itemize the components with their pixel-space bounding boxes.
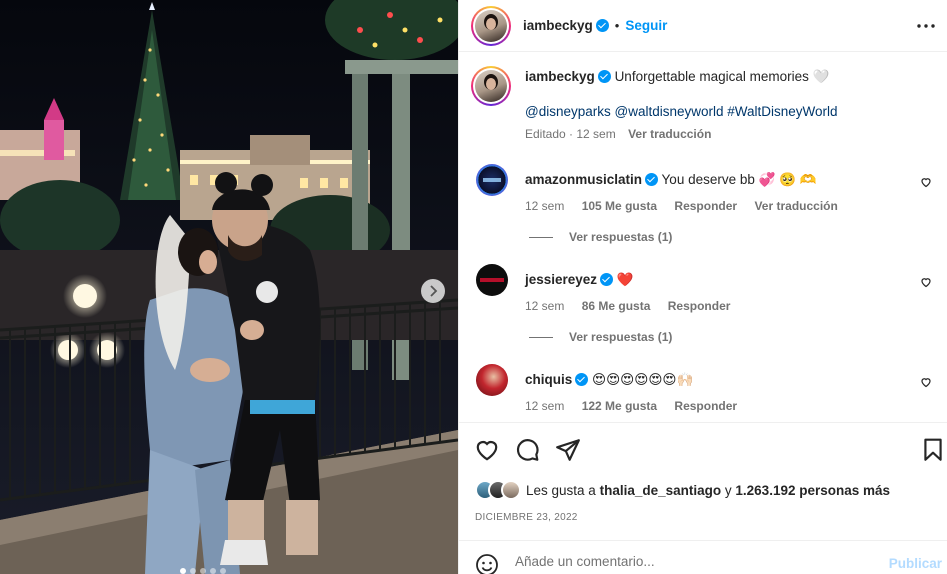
chevron-right-icon — [430, 285, 438, 297]
carousel-dot — [190, 568, 196, 574]
verified-badge-icon — [600, 273, 614, 286]
comment-reply-button[interactable]: Responder — [674, 399, 737, 413]
comment-likes[interactable]: 122 Me gusta — [582, 399, 657, 413]
carousel-dot — [210, 568, 216, 574]
comment-time: 12 sem — [525, 399, 565, 413]
verified-badge-icon — [645, 173, 659, 186]
caption-author-avatar[interactable] — [471, 66, 511, 106]
view-replies-button[interactable]: Ver respuestas (1) — [529, 330, 672, 344]
publish-button[interactable]: Publicar — [889, 556, 942, 571]
follow-button[interactable]: Seguir — [625, 18, 667, 33]
comment-likes[interactable]: 105 Me gusta — [582, 199, 657, 213]
liker-username[interactable]: thalia_de_santiago — [600, 483, 722, 498]
comment-text: ❤️ — [616, 272, 634, 287]
comment-heart-icon[interactable] — [920, 176, 932, 188]
comment-composer: Publicar — [459, 540, 947, 574]
amazon-music-logo-icon — [483, 178, 501, 182]
comment-heart-icon[interactable] — [920, 376, 932, 388]
carousel-dot — [220, 568, 226, 574]
comment-username[interactable]: amazonmusiclatin — [525, 172, 642, 187]
comment-item: amazonmusiclatin You deserve bb 💞 🥺 🫶 12… — [476, 164, 946, 213]
author-username[interactable]: iambeckyg — [523, 18, 593, 33]
comment-text: You deserve bb 💞 🥺 🫶 — [661, 172, 817, 187]
carousel-dot-active — [180, 568, 186, 574]
comment-time: 12 sem — [525, 199, 565, 213]
likes-summary: Les gusta a thalia_de_santiago y 1.263.1… — [475, 480, 890, 500]
comments-section[interactable]: iambeckyg Unforgettable magical memories… — [459, 52, 947, 422]
likes-count-link[interactable]: 1.263.192 personas más — [735, 483, 890, 498]
comment-avatar[interactable] — [476, 364, 508, 396]
caption-translate-link[interactable]: Ver traducción — [628, 127, 711, 141]
carousel-dot — [200, 568, 206, 574]
post-header: iambeckyg • Seguir — [459, 0, 947, 52]
comment-reply-button[interactable]: Responder — [668, 299, 731, 313]
post-date: DICIEMBRE 23, 2022 — [475, 512, 578, 523]
comment-time: 12 sem — [525, 299, 565, 313]
verified-badge-icon — [575, 373, 589, 386]
comment-item: jessiereyez ❤️ 12 sem 86 Me gusta Respon… — [476, 264, 946, 313]
comment-avatar[interactable] — [476, 264, 508, 296]
carousel-dots — [180, 568, 226, 574]
comment-heart-icon[interactable] — [920, 276, 932, 288]
jessiereyez-avatar-icon — [480, 278, 504, 282]
comment-avatar[interactable] — [476, 164, 508, 196]
share-send-icon[interactable] — [555, 437, 581, 463]
verified-badge-icon — [597, 70, 611, 83]
photo-scene — [0, 0, 458, 574]
caption-tags[interactable]: @disneyparks @waltdisneyworld #WaltDisne… — [525, 104, 925, 119]
view-replies-button[interactable]: Ver respuestas (1) — [529, 230, 672, 244]
more-horizontal-icon — [917, 24, 935, 28]
post-photo[interactable] — [0, 0, 458, 574]
caption-author-username[interactable]: iambeckyg — [525, 69, 595, 84]
post-actions: Les gusta a thalia_de_santiago y 1.263.1… — [459, 422, 947, 540]
post-side-panel: iambeckyg • Seguir iambeckyg Unforgettab… — [458, 0, 947, 574]
comment-username[interactable]: jessiereyez — [525, 272, 597, 287]
next-slide-button[interactable] — [421, 279, 445, 303]
verified-badge-icon — [595, 19, 609, 32]
comment-translate-link[interactable]: Ver traducción — [754, 199, 837, 213]
comment-bubble-icon[interactable] — [514, 437, 540, 463]
liker-avatar[interactable] — [501, 480, 521, 500]
emoji-smiley-icon[interactable] — [475, 553, 499, 574]
post-caption: iambeckyg Unforgettable magical memories… — [471, 66, 925, 141]
likes-connector: y — [724, 482, 732, 498]
caption-edited-time: Editado · 12 sem — [525, 127, 616, 141]
likes-prefix: Les gusta a — [526, 482, 596, 498]
comment-item: chiquis 😍😍😍😍😍😍🙌🏻 12 sem 122 Me gusta Res… — [476, 364, 946, 413]
comment-reply-button[interactable]: Responder — [674, 199, 737, 213]
save-bookmark-icon[interactable] — [920, 437, 946, 463]
comment-username[interactable]: chiquis — [525, 372, 572, 387]
add-comment-input[interactable] — [515, 554, 875, 569]
more-options-button[interactable] — [914, 14, 938, 38]
comment-likes[interactable]: 86 Me gusta — [582, 299, 651, 313]
comment-text: 😍😍😍😍😍😍🙌🏻 — [592, 372, 694, 387]
like-heart-icon[interactable] — [474, 437, 500, 463]
author-avatar[interactable] — [471, 5, 511, 46]
caption-text: Unforgettable magical memories 🤍 — [614, 69, 830, 84]
follow-separator: • — [614, 18, 620, 33]
